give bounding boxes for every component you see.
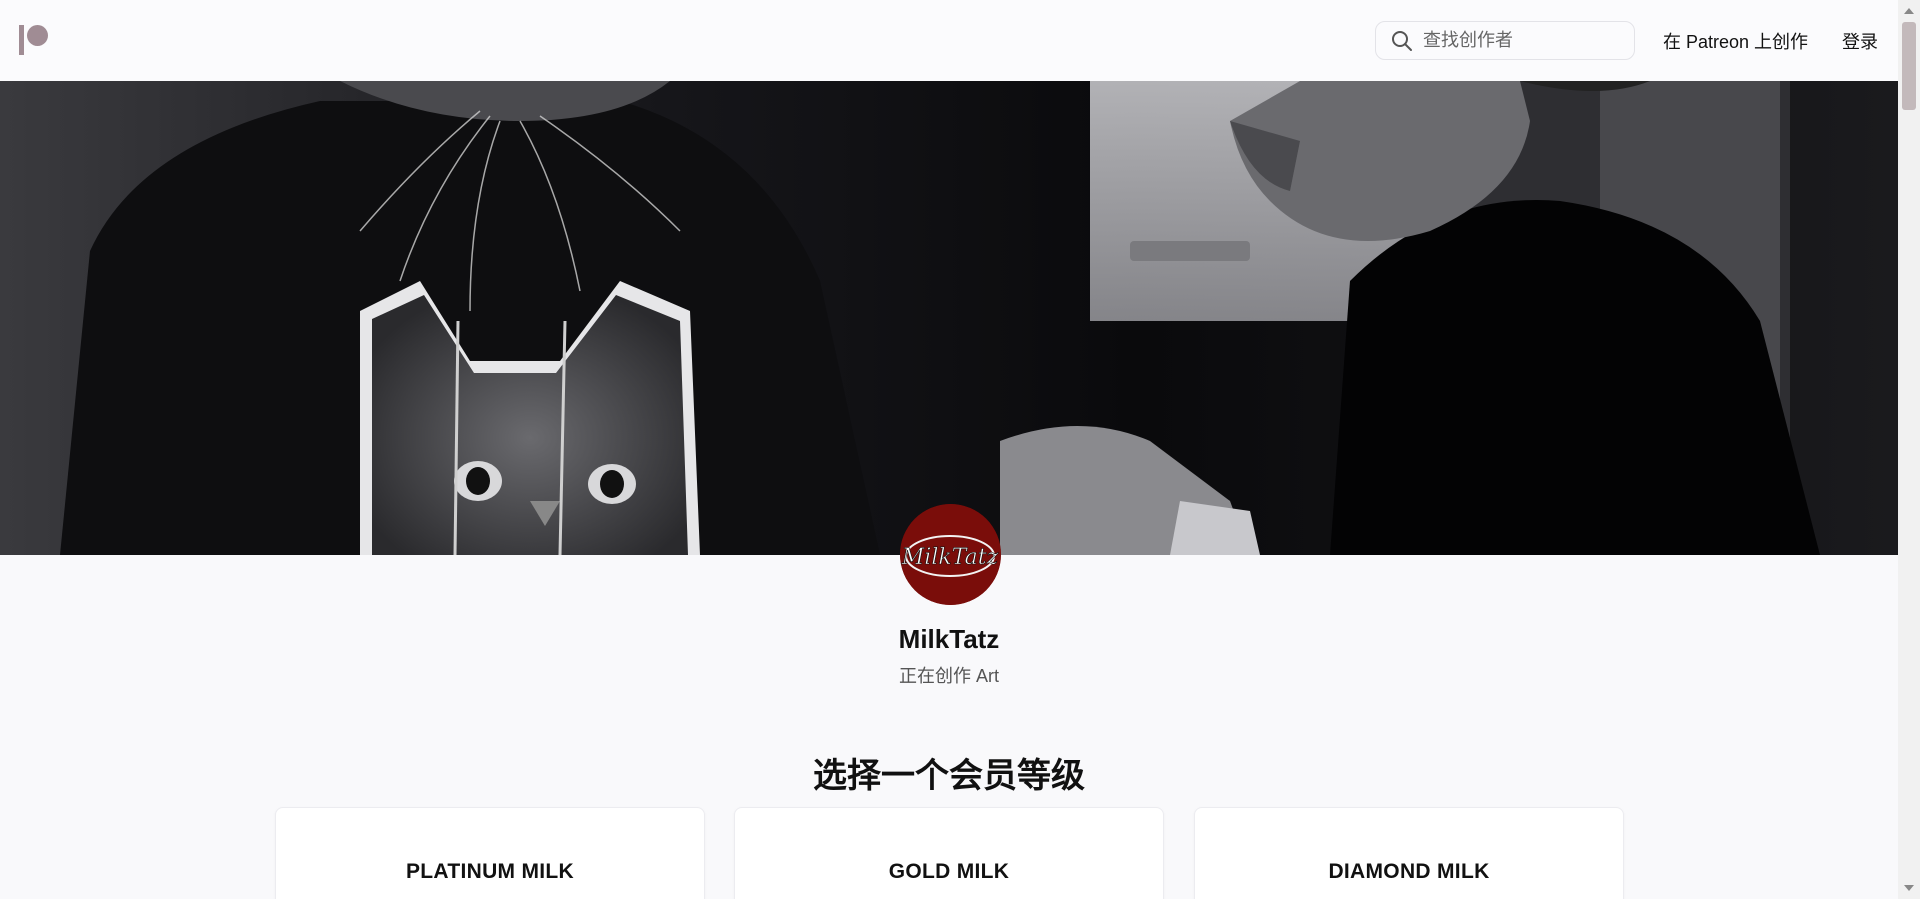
scrollbar-thumb[interactable]	[1902, 22, 1916, 110]
top-nav-bar: 在 Patreon 上创作 登录	[0, 0, 1898, 81]
tiers-heading: 选择一个会员等级	[813, 757, 1085, 795]
page-scrollbar[interactable]	[1898, 0, 1920, 899]
tier-card-diamond[interactable]: DIAMOND MILK	[1194, 807, 1624, 899]
search-input[interactable]	[1423, 30, 1623, 51]
tier-name: GOLD MILK	[888, 860, 1010, 883]
patreon-logo-icon[interactable]	[19, 22, 51, 56]
avatar-logo-text: MilkTatz	[901, 545, 999, 570]
creator-name: MilkTatz	[898, 624, 1000, 654]
login-link[interactable]: 登录	[1842, 28, 1878, 54]
scroll-down-arrow-icon[interactable]	[1904, 885, 1914, 891]
tier-name: DIAMOND MILK	[1328, 860, 1490, 883]
tier-name: PLATINUM MILK	[406, 860, 574, 883]
tier-card-gold[interactable]: GOLD MILK	[734, 807, 1164, 899]
tier-card-platinum[interactable]: PLATINUM MILK	[275, 807, 705, 899]
creator-avatar[interactable]: MilkTatz	[900, 504, 1001, 605]
creator-tagline: 正在创作 Art	[898, 666, 999, 686]
search-icon	[1391, 30, 1413, 52]
create-on-patreon-link[interactable]: 在 Patreon 上创作	[1663, 28, 1808, 54]
cover-image	[0, 81, 1898, 555]
scroll-up-arrow-icon[interactable]	[1904, 8, 1914, 14]
search-box[interactable]	[1375, 21, 1635, 60]
